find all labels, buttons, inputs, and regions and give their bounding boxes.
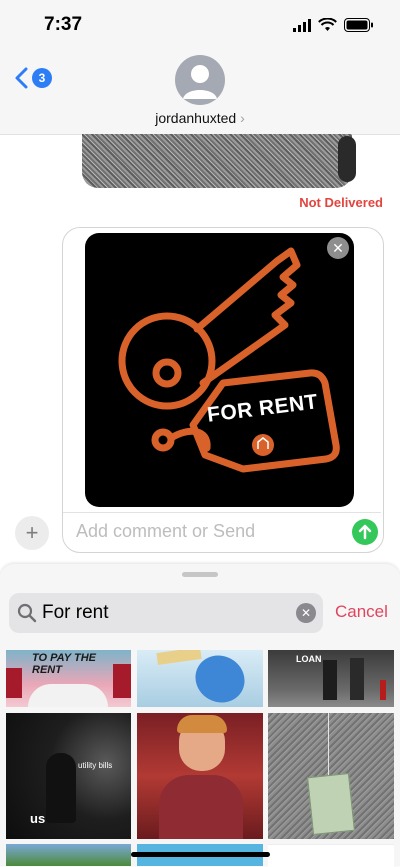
for-rent-sticker-attachment[interactable] xyxy=(85,233,354,507)
contact-name-text: jordanhuxted xyxy=(155,110,237,126)
gif-result-1[interactable]: TO PAY THE RENT xyxy=(6,650,131,707)
gif-caption: TO PAY THE RENT xyxy=(32,652,96,676)
compose-divider xyxy=(63,512,381,513)
gif-figure xyxy=(6,668,22,698)
gif-figure xyxy=(159,775,243,839)
gif-result-4[interactable]: utility bills us xyxy=(6,713,131,839)
delivery-status[interactable]: Not Delivered xyxy=(200,195,383,210)
gif-figure xyxy=(350,658,364,700)
message-input[interactable]: Add comment or Send xyxy=(76,521,255,542)
arrow-up-icon xyxy=(358,524,372,540)
previous-image-message[interactable] xyxy=(82,134,352,188)
send-button[interactable] xyxy=(352,519,378,545)
gif-caption: LOAN xyxy=(296,654,322,664)
search-icon xyxy=(17,603,37,623)
gif-result-5[interactable] xyxy=(137,713,263,839)
chevron-left-icon xyxy=(15,67,28,89)
gif-figure xyxy=(328,713,329,775)
gif-figure xyxy=(380,680,386,700)
gif-figure xyxy=(156,650,202,666)
gif-caption: utility bills xyxy=(78,761,113,770)
gif-figure xyxy=(28,684,108,707)
chevron-right-icon: › xyxy=(240,110,245,126)
gif-figure xyxy=(323,660,337,700)
dollar-bill-image xyxy=(307,772,355,836)
cancel-button[interactable]: Cancel xyxy=(335,602,388,622)
gif-result-3[interactable]: LOAN xyxy=(268,650,394,707)
person-icon xyxy=(183,65,217,99)
key-tag-illustration xyxy=(118,247,340,473)
clear-search-button[interactable]: ✕ xyxy=(296,603,316,623)
gif-figure xyxy=(113,664,131,698)
gif-result-9[interactable] xyxy=(268,844,394,867)
avatar[interactable] xyxy=(175,55,225,105)
gif-figure xyxy=(46,753,76,823)
gif-caption-2: us xyxy=(30,811,46,826)
gif-result-6[interactable] xyxy=(268,713,394,839)
back-button[interactable]: 3 xyxy=(14,63,58,93)
apps-plus-button[interactable]: + xyxy=(15,516,49,550)
contact-name[interactable]: jordanhuxted › xyxy=(0,110,400,126)
sheet-grabber[interactable] xyxy=(182,572,218,577)
battery-icon xyxy=(344,18,373,32)
previous-message-attachment-edge xyxy=(338,136,356,182)
home-indicator xyxy=(131,852,270,857)
signal-icon xyxy=(293,19,311,32)
unread-badge: 3 xyxy=(32,68,52,88)
gif-figure xyxy=(177,715,227,733)
gif-result-2[interactable] xyxy=(137,650,263,707)
search-input[interactable]: For rent xyxy=(42,602,109,624)
remove-attachment-button[interactable]: ✕ xyxy=(327,237,349,259)
wifi-icon xyxy=(318,18,337,31)
status-time: 7:37 xyxy=(44,14,83,35)
gif-result-7[interactable] xyxy=(6,844,131,866)
